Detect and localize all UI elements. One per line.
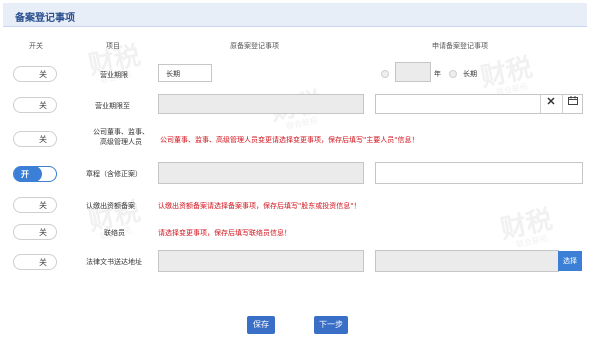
- toggle-label: 关: [39, 258, 47, 267]
- watermark: 财税: [497, 204, 556, 246]
- item-directors-line2: 高级管理人员: [100, 138, 142, 146]
- save-button[interactable]: 保存: [247, 316, 275, 334]
- next-button[interactable]: 下一步: [314, 316, 348, 334]
- toggle-label: 关: [39, 70, 47, 79]
- capital-note: 认缴出资额备案请选择备案事项，保存后填写"股东或投资信息"！: [158, 202, 361, 210]
- directors-note: 公司董事、监事、高级管理人员变更请选择变更事项，保存后填写"主要人员"信息！: [160, 136, 419, 144]
- years-input[interactable]: [395, 62, 431, 82]
- item-capital: 认缴出资额备案: [86, 202, 135, 210]
- item-directors: 公司董事、监事、 高级管理人员: [84, 127, 158, 147]
- year-unit: 年: [434, 70, 441, 78]
- original-term-to-field: [158, 94, 364, 114]
- original-legal-address-field: [158, 250, 364, 272]
- liaison-note: 请选择变更事项，保存后填写联络员信息！: [158, 229, 291, 237]
- toggle-business-term[interactable]: 关: [13, 66, 57, 82]
- item-liaison: 联络员: [104, 229, 125, 237]
- original-business-term-field: 长期: [158, 64, 212, 82]
- header-original: 原备案登记事项: [230, 42, 279, 50]
- item-articles: 章程（含修正案）: [86, 170, 142, 178]
- header-switch: 开关: [29, 42, 43, 50]
- long-term-label: 长期: [463, 70, 477, 78]
- long-term-radio[interactable]: [449, 70, 457, 78]
- toggle-business-term-to[interactable]: 关: [13, 97, 57, 113]
- apply-articles-input[interactable]: [375, 162, 583, 184]
- term-to-date-input[interactable]: [375, 94, 583, 114]
- toggle-label: 关: [39, 228, 47, 237]
- header-apply: 申请备案登记事项: [432, 42, 488, 50]
- term-radio[interactable]: [381, 70, 389, 78]
- toggle-directors[interactable]: 关: [13, 131, 57, 147]
- header-item: 项目: [106, 42, 120, 50]
- toggle-label: 关: [39, 135, 47, 144]
- item-business-term-to: 营业期限至: [95, 102, 130, 110]
- toggle-label: 关: [39, 101, 47, 110]
- section-title: 备案登记事项: [15, 13, 75, 24]
- watermark-subtext: 联合联拓: [515, 233, 549, 250]
- item-legal-address: 法律文书送达地址: [86, 258, 142, 266]
- toggle-label: 关: [39, 201, 47, 210]
- select-address-button[interactable]: 选择: [558, 251, 582, 271]
- close-icon[interactable]: [540, 95, 560, 113]
- toggle-legal-address[interactable]: 关: [13, 254, 57, 270]
- toggle-liaison[interactable]: 关: [13, 224, 57, 240]
- item-business-term: 营业期限: [100, 71, 128, 79]
- watermark: 财税: [477, 52, 536, 94]
- toggle-articles[interactable]: 开: [13, 166, 57, 182]
- legal-address-input[interactable]: [375, 250, 559, 272]
- calendar-icon[interactable]: [562, 95, 582, 113]
- toggle-label: 开: [21, 170, 29, 179]
- original-articles-field: [158, 162, 364, 184]
- original-business-term-value: 长期: [166, 70, 180, 78]
- section-header: 备案登记事项: [3, 3, 587, 27]
- watermark-subtext: 联合联拓: [285, 115, 319, 132]
- toggle-capital[interactable]: 关: [13, 197, 57, 213]
- item-directors-line1: 公司董事、监事、: [93, 128, 149, 136]
